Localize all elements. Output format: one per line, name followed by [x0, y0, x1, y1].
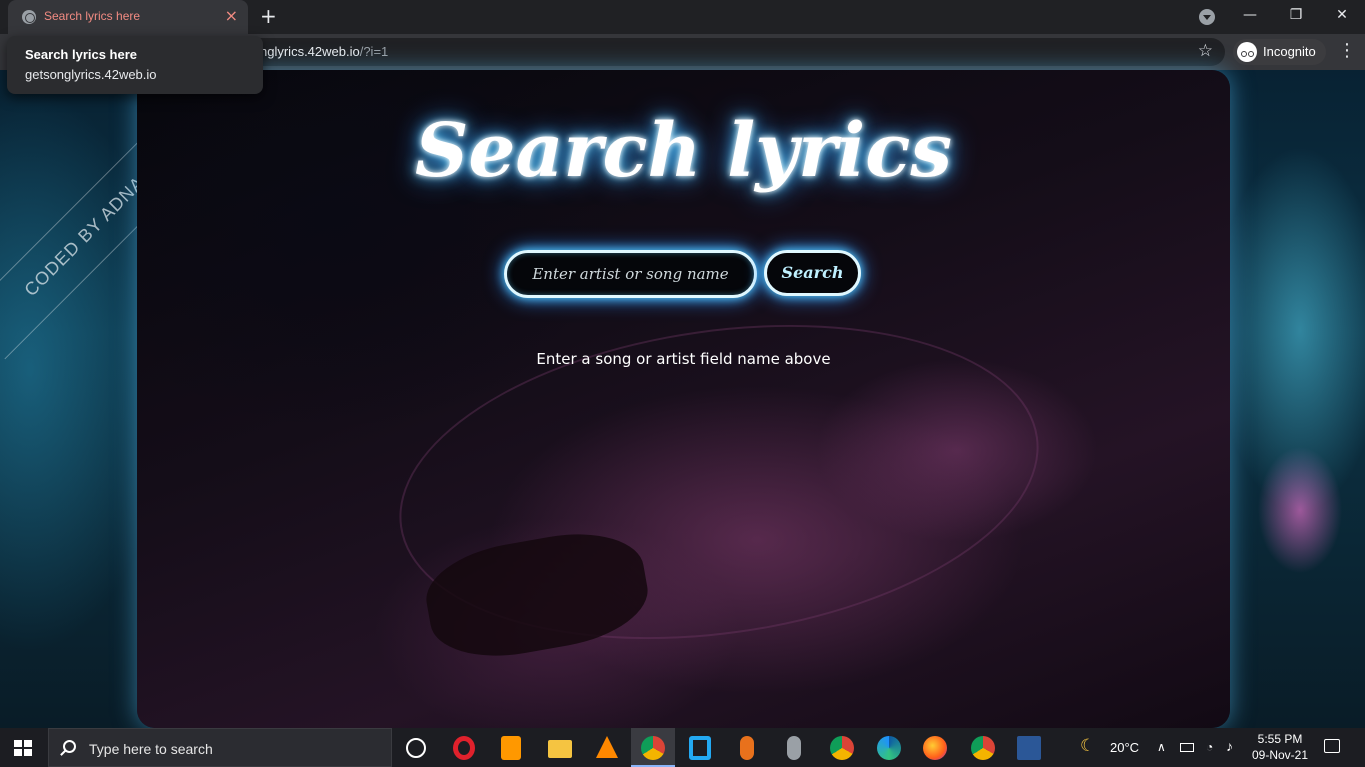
firefox-icon[interactable]	[923, 736, 947, 760]
system-clock[interactable]: 5:55 PM 09-Nov-21	[1250, 731, 1310, 763]
minimize-button[interactable]: —	[1227, 0, 1273, 32]
chrome-incognito-icon[interactable]	[971, 736, 995, 760]
battery-icon[interactable]	[1180, 743, 1194, 752]
weather-temp[interactable]: 20°C	[1110, 740, 1139, 755]
search-input[interactable]: Enter artist or song name	[504, 250, 757, 298]
bookmark-star-icon[interactable]: ☆	[1198, 41, 1213, 61]
opera-icon[interactable]	[453, 736, 475, 760]
wifi-icon[interactable]: ◔	[1206, 740, 1213, 754]
incognito-label: Incognito	[1263, 44, 1316, 59]
tab-search-icon[interactable]	[1199, 9, 1215, 25]
url-query: /?i=1	[359, 44, 389, 59]
microphone-icon[interactable]	[787, 736, 801, 760]
volume-icon[interactable]: ♪	[1226, 738, 1233, 754]
close-window-button[interactable]: ✕	[1319, 0, 1365, 32]
url-text[interactable]: nglyrics.42web.io/?i=1	[260, 44, 388, 59]
incognito-badge[interactable]: Incognito	[1233, 39, 1326, 65]
notification-icon[interactable]	[1324, 739, 1340, 753]
cortana-icon[interactable]	[406, 738, 426, 758]
hint-text: Enter a song or artist field name above	[536, 350, 831, 368]
tab-bar: Search lyrics here × + — ❐ ✕	[0, 0, 1365, 34]
browser-tab[interactable]: Search lyrics here ×	[8, 0, 248, 34]
taskbar-search-placeholder: Type here to search	[89, 741, 213, 757]
search-button[interactable]: Search	[764, 250, 861, 296]
restore-button[interactable]: ❐	[1273, 0, 1319, 32]
address-bar[interactable]: nglyrics.42web.io/?i=1 ☆	[200, 38, 1225, 66]
vscode-icon[interactable]	[689, 736, 711, 760]
taskbar-search-box[interactable]: Type here to search	[48, 728, 392, 767]
tab-hover-card: Search lyrics here getsonglyrics.42web.i…	[7, 36, 263, 94]
tray-chevron-icon[interactable]: ∧	[1157, 740, 1166, 754]
hovercard-url: getsonglyrics.42web.io	[25, 67, 157, 82]
search-icon	[63, 740, 76, 753]
new-tab-button[interactable]: +	[260, 4, 277, 28]
weather-icon[interactable]: ☾	[1080, 736, 1095, 756]
lyrics-card: Search lyrics Enter artist or song name …	[137, 70, 1230, 728]
browser-menu-icon[interactable]: ⋮	[1338, 40, 1356, 61]
windows-start-icon[interactable]	[14, 740, 32, 756]
page-title: Search lyrics	[414, 108, 952, 194]
screen: Search lyrics here × + — ❐ ✕ nglyrics.42…	[0, 0, 1365, 767]
tab-title: Search lyrics here	[44, 9, 141, 23]
taskbar: Type here to search ☾ 20°C ∧ ◔ ♪ 5:55 PM…	[0, 728, 1365, 767]
file-explorer-icon[interactable]	[548, 740, 572, 758]
incognito-icon	[1237, 42, 1257, 62]
url-host: nglyrics.42web.io	[260, 44, 360, 59]
globe-icon	[22, 10, 36, 24]
clock-time: 5:55 PM	[1257, 732, 1303, 746]
hovercard-title: Search lyrics here	[25, 47, 138, 62]
edge-icon[interactable]	[877, 736, 901, 760]
clock-date: 09-Nov-21	[1251, 748, 1309, 762]
tab-close-button[interactable]: ×	[225, 6, 238, 25]
sublime-text-icon[interactable]	[501, 736, 521, 760]
word-icon[interactable]	[1017, 736, 1041, 760]
chrome-profile-icon[interactable]	[830, 736, 854, 760]
vlc-icon[interactable]	[596, 736, 618, 758]
chrome-icon[interactable]	[641, 736, 665, 760]
podcast-mic-icon[interactable]	[740, 736, 754, 760]
